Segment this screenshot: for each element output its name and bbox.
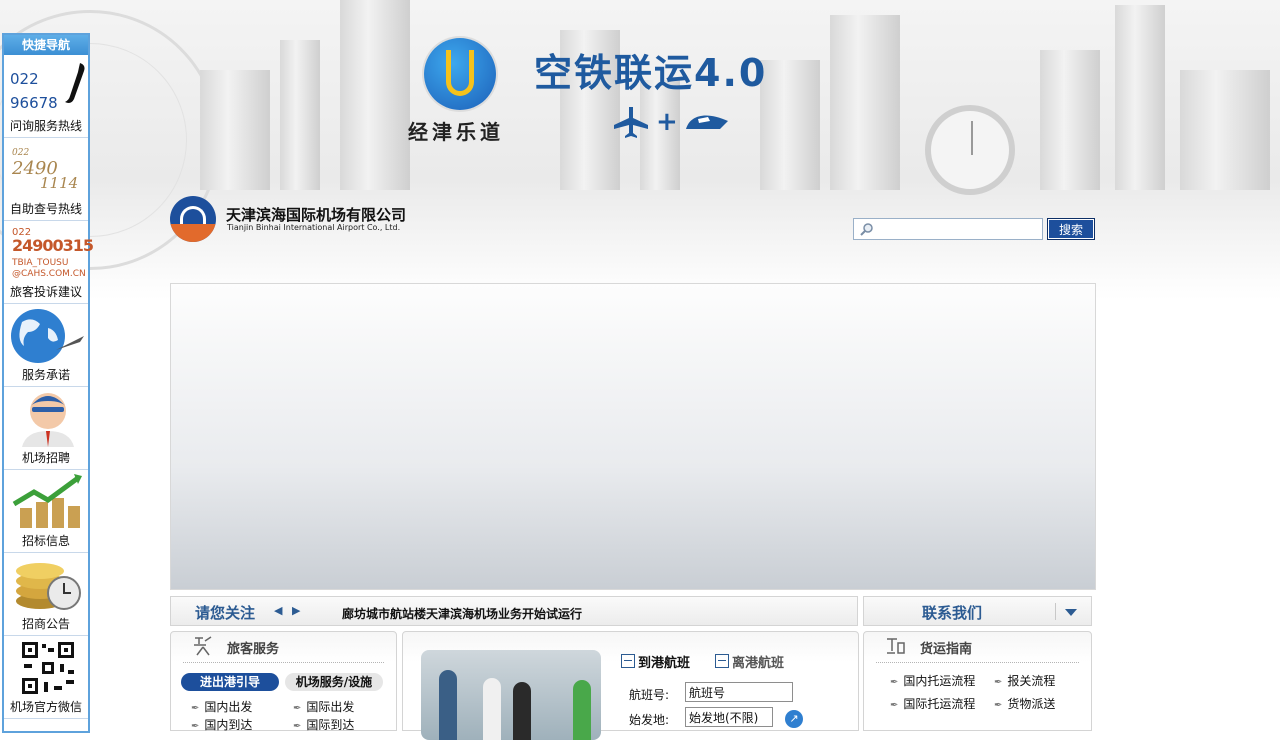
building-graphic xyxy=(1040,50,1100,190)
airplane-icon xyxy=(614,107,648,138)
link-domestic-arrival[interactable]: 国内到达 xyxy=(191,716,252,733)
quicknav-item-wechat[interactable]: 机场官方微信 xyxy=(4,636,88,719)
building-graphic xyxy=(1115,5,1165,190)
quicknav-item-number-lookup[interactable]: 022 2490 1114 自助查号热线 xyxy=(4,138,88,221)
quicknav-item-service-promise[interactable]: 服务承诺 xyxy=(4,304,88,387)
quick-nav-sidebar: 快捷导航 022 96678 问询服务热线 022 2490 1114 自助查号… xyxy=(2,33,94,733)
notice-bar: 请您关注 ◀ ▶ 廊坊城市航站楼天津滨海机场业务开始试运行 xyxy=(170,596,858,626)
link-international-arrival[interactable]: 国际到达 xyxy=(293,716,354,733)
flight-info-panel: 到港航班 离港航班 航班号: 始发地: ↗ xyxy=(402,631,859,740)
qr-code-icon xyxy=(20,640,76,696)
link-cargo-delivery[interactable]: 货物派送 xyxy=(994,695,1055,712)
tab-arrival-label: 到港航班 xyxy=(638,656,691,671)
quicknav-item-service-hotline[interactable]: 022 96678 问询服务热线 xyxy=(4,55,88,138)
traveler-figure xyxy=(483,678,501,740)
lookup-number: 022 2490 1114 xyxy=(12,146,78,191)
high-speed-train-icon xyxy=(685,115,728,129)
link-domestic-departure[interactable]: 国内出发 xyxy=(191,698,252,715)
link-domestic-shipping-process[interactable]: 国内托运流程 xyxy=(890,672,975,689)
search-input[interactable] xyxy=(878,220,1042,240)
building-graphic xyxy=(760,60,820,190)
complaint-contact: 022 24900315 TBIA_TOUSU @CAHS.COM.CN xyxy=(12,227,94,280)
notice-headline-link[interactable]: 廊坊城市航站楼天津滨海机场业务开始试运行 xyxy=(342,605,582,622)
link-international-departure[interactable]: 国际出发 xyxy=(293,698,354,715)
search-button[interactable]: 搜索 xyxy=(1047,218,1095,240)
quicknav-label: 招标信息 xyxy=(21,534,70,548)
contact-bar: 联系我们 xyxy=(863,596,1092,626)
company-name-cn: 天津滨海国际机场有限公司 xyxy=(226,206,407,224)
flight-board-icon xyxy=(715,654,729,668)
cargo-guide-heading: 货运指南 xyxy=(920,642,973,657)
complaint-email-domain: @CAHS.COM.CN xyxy=(12,269,86,279)
tianjin-city-logo xyxy=(424,38,496,110)
origin-input[interactable] xyxy=(685,707,773,727)
link-international-shipping-process[interactable]: 国际托运流程 xyxy=(890,695,975,712)
tab-departure-label: 离港航班 xyxy=(732,656,785,671)
notice-title: 请您关注 xyxy=(195,604,256,622)
notice-next-button[interactable]: ▶ xyxy=(292,604,300,617)
plus-sign: + xyxy=(656,107,678,137)
contact-title[interactable]: 联系我们 xyxy=(922,602,982,623)
person-icon xyxy=(22,393,74,447)
traveler-figure xyxy=(439,670,457,740)
complaint-digits: 24900315 xyxy=(12,236,94,255)
cargo-icon xyxy=(887,638,905,654)
hotline-number: 022 96678 xyxy=(10,67,58,115)
quicknav-label: 旅客投诉建议 xyxy=(9,285,82,299)
tab-airport-facilities[interactable]: 机场服务/设施 xyxy=(285,673,383,691)
quicknav-item-recruitment[interactable]: 机场招聘 xyxy=(4,387,88,470)
air-rail-graphic: + xyxy=(612,102,730,142)
divider xyxy=(1055,603,1056,620)
quicknav-label: 自助查号热线 xyxy=(9,202,82,216)
passenger-services-heading: 旅客服务 xyxy=(227,642,280,657)
building-graphic xyxy=(1180,70,1270,190)
hotline-digits: 96678 xyxy=(10,94,58,112)
quicknav-item-complaints[interactable]: 022 24900315 TBIA_TOUSU @CAHS.COM.CN 旅客投… xyxy=(4,221,94,304)
flight-search-go-button[interactable]: ↗ xyxy=(785,710,803,728)
flight-number-label: 航班号: xyxy=(629,688,670,702)
search-icon xyxy=(860,223,873,236)
dotted-divider xyxy=(876,662,1079,663)
coins-chart-icon xyxy=(12,474,82,528)
banner-title: 空铁联运4.0 xyxy=(534,51,768,95)
tab-arrival-departure-guide[interactable]: 进出港引导 xyxy=(181,673,279,691)
dotted-divider xyxy=(183,662,384,663)
quicknav-item-investment-notice[interactable]: 招商公告 xyxy=(4,553,88,636)
hotline-area-code: 022 xyxy=(10,70,39,88)
building-graphic xyxy=(830,15,900,190)
quicknav-item-tender-info[interactable]: 招标信息 xyxy=(4,470,88,553)
traveler-figure xyxy=(513,682,531,740)
tab-departure-flights[interactable]: 离港航班 xyxy=(715,652,784,671)
airport-logo-icon xyxy=(170,196,216,242)
cargo-guide-panel: 货运指南 国内托运流程 报关流程 国际托运流程 货物派送 xyxy=(863,631,1092,731)
chevron-down-icon[interactable] xyxy=(1060,605,1082,619)
coins-clock-icon xyxy=(16,563,81,610)
company-name-en: Tianjin Binhai International Airport Co.… xyxy=(227,223,401,232)
tab-arrival-flights[interactable]: 到港航班 xyxy=(621,652,690,671)
clock-tower-graphic xyxy=(925,105,1015,195)
flight-board-icon xyxy=(621,654,635,668)
quicknav-label: 机场招聘 xyxy=(21,451,70,465)
passenger-icon xyxy=(194,636,212,656)
terminal-photo xyxy=(421,650,601,740)
quick-nav-title: 快捷导航 xyxy=(4,35,88,55)
building-graphic xyxy=(200,70,270,190)
phone-icon xyxy=(65,63,85,103)
notice-prev-button[interactable]: ◀ xyxy=(274,604,282,617)
complaint-email-user: TBIA_TOUSU xyxy=(12,258,69,268)
banner-slideshow[interactable] xyxy=(170,283,1096,590)
quicknav-label: 服务承诺 xyxy=(21,368,70,382)
building-graphic xyxy=(340,0,410,190)
quicknav-label: 机场官方微信 xyxy=(9,700,82,714)
building-graphic xyxy=(280,40,320,190)
flight-number-input[interactable] xyxy=(685,682,793,702)
quicknav-label: 问询服务热线 xyxy=(9,119,82,133)
quicknav-label: 招商公告 xyxy=(21,617,70,631)
passenger-services-panel: 旅客服务 进出港引导 机场服务/设施 国内出发 国际出发 国内到达 国际到达 xyxy=(170,631,397,733)
globe-icon xyxy=(11,309,84,363)
link-customs-process[interactable]: 报关流程 xyxy=(994,672,1055,689)
traveler-figure xyxy=(573,680,591,740)
banner-slogan: 经津乐道 xyxy=(408,120,504,144)
search-box xyxy=(853,218,1043,240)
